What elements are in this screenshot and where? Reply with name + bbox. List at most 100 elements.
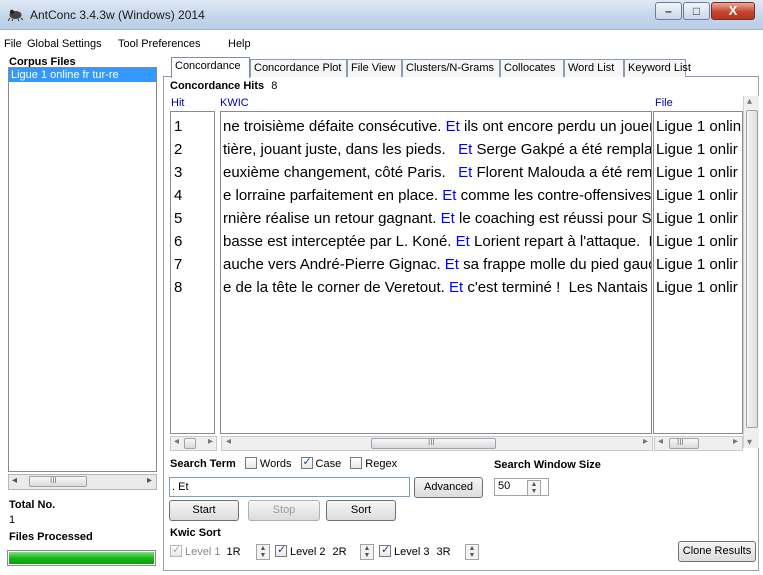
level1-value[interactable]: 1R (227, 546, 241, 558)
level3-checkbox[interactable] (379, 543, 391, 557)
hit-cell[interactable]: 5 (174, 209, 182, 229)
tab-keyword-list[interactable]: Keyword List (624, 59, 691, 77)
hit-cell[interactable]: 6 (174, 232, 182, 252)
menu-file[interactable]: File (4, 38, 22, 50)
regex-checkbox[interactable] (350, 457, 363, 469)
scroll-right-icon[interactable]: ▸ (147, 475, 152, 486)
results-vscrollbar[interactable]: ▴ ▾ (743, 96, 759, 448)
stop-button[interactable]: Stop (248, 500, 320, 521)
file-cell[interactable]: Ligue 1 onlir (656, 255, 738, 275)
files-processed-label: Files Processed (9, 531, 93, 543)
level2-checkbox[interactable] (275, 543, 287, 557)
file-pane[interactable]: Ligue 1 onlin Ligue 1 onlir Ligue 1 onlir L… (653, 111, 743, 434)
words-checkbox[interactable] (244, 457, 257, 469)
kwic-pane[interactable]: ne troisième défaite consécutive. Et ils… (220, 111, 652, 434)
clone-results-button[interactable]: Clone Results (678, 541, 756, 562)
close-button[interactable]: X (711, 2, 755, 20)
file-cell[interactable]: Ligue 1 onlir (656, 163, 738, 183)
file-cell[interactable]: Ligue 1 onlir (656, 186, 738, 206)
kwic-left-context: e de la tête le corner de Veretout. (223, 279, 449, 296)
scroll-thumb[interactable]: III (371, 438, 496, 449)
scroll-thumb[interactable] (184, 438, 196, 449)
tab-file-view[interactable]: File View (347, 59, 402, 77)
kwic-node-word[interactable]: Et (449, 279, 463, 296)
hit-cell[interactable]: 2 (174, 140, 182, 160)
tab-collocates[interactable]: Collocates (500, 59, 564, 77)
hit-pane[interactable]: 1 2 3 4 5 6 7 8 (170, 111, 215, 434)
kwic-node-word[interactable]: Et (458, 164, 472, 181)
window-size-spinner[interactable]: ▲ ▼ (527, 480, 541, 496)
advanced-button[interactable]: Advanced (414, 477, 483, 498)
level2-spinner[interactable]: ▲ ▼ (360, 544, 374, 560)
level2-value[interactable]: 2R (333, 546, 347, 558)
kwic-node-word[interactable]: Et (441, 210, 455, 227)
minimize-button[interactable]: – (655, 2, 682, 20)
tab-word-list[interactable]: Word List (564, 59, 624, 77)
kwic-line[interactable]: basse est interceptée par L. Koné. Et Lo… (223, 232, 651, 252)
scroll-left-icon[interactable]: ◂ (658, 436, 663, 447)
file-cell[interactable]: Ligue 1 onlir (656, 209, 738, 229)
file-cell[interactable]: Ligue 1 onlir (656, 278, 738, 298)
scroll-down-icon[interactable]: ▾ (747, 437, 752, 448)
hit-cell[interactable]: 4 (174, 186, 182, 206)
tab-concordance-plot[interactable]: Concordance Plot (250, 59, 347, 77)
corpus-files-list[interactable]: Ligue 1 online fr tur-re (8, 67, 157, 472)
hit-cell[interactable]: 8 (174, 278, 182, 298)
kwic-node-word[interactable]: Et (458, 141, 472, 158)
scroll-thumb[interactable]: III (669, 438, 699, 449)
maximize-button[interactable]: □ (683, 2, 710, 20)
corpus-file-item[interactable]: Ligue 1 online fr tur-re (9, 68, 156, 82)
scroll-thumb[interactable]: III (29, 476, 87, 487)
scroll-right-icon[interactable]: ▸ (733, 436, 738, 447)
grip-icon: III (428, 438, 435, 447)
scroll-up-icon[interactable]: ▴ (747, 96, 752, 107)
kwic-hscrollbar[interactable]: ◂ III ▸ (221, 436, 653, 451)
tab-concordance[interactable]: Concordance (171, 57, 250, 78)
kwic-node-word[interactable]: Et (445, 256, 459, 273)
hit-cell[interactable]: 1 (174, 117, 182, 137)
kwic-line[interactable]: e lorraine parfaitement en place. Et com… (223, 186, 651, 206)
menu-tool-preferences[interactable]: Tool Preferences (118, 38, 201, 50)
kwic-line[interactable]: rnière réalise un retour gagnant. Et le … (223, 209, 651, 229)
file-hscrollbar[interactable]: ◂ III ▸ (654, 436, 743, 451)
level3-spinner[interactable]: ▲ ▼ (465, 544, 479, 560)
kwic-line[interactable]: e de la tête le corner de Veretout. Et c… (223, 278, 652, 298)
col-hit-header[interactable]: Hit (171, 97, 184, 109)
hit-cell[interactable]: 7 (174, 255, 182, 275)
kwic-right-context: c'est terminé ! Les Nantais je (463, 279, 652, 296)
level1-checkbox[interactable] (170, 543, 182, 557)
regex-checkbox-group[interactable]: Regex (350, 457, 397, 470)
kwic-line[interactable]: auche vers André-Pierre Gignac. Et sa fr… (223, 255, 651, 275)
start-button[interactable]: Start (169, 500, 239, 521)
corpus-list-hscrollbar[interactable]: ◂ III ▸ (8, 474, 157, 490)
kwic-node-word[interactable]: Et (446, 118, 460, 135)
level3-value[interactable]: 3R (437, 546, 451, 558)
case-checkbox-group[interactable]: Case (300, 455, 341, 470)
scroll-left-icon[interactable]: ◂ (12, 475, 17, 486)
tab-clusters-ngrams[interactable]: Clusters/N-Grams (402, 59, 500, 77)
case-checkbox[interactable] (300, 455, 313, 469)
menu-help[interactable]: Help (228, 38, 251, 50)
scroll-left-icon[interactable]: ◂ (226, 436, 231, 447)
kwic-line[interactable]: euxième changement, côté Paris. Et Flore… (223, 163, 651, 183)
search-term-input[interactable]: . Et (169, 477, 410, 497)
file-cell[interactable]: Ligue 1 onlin (656, 117, 741, 137)
scroll-left-icon[interactable]: ◂ (174, 436, 179, 447)
kwic-line[interactable]: ne troisième défaite consécutive. Et ils… (223, 117, 651, 137)
vscroll-thumb[interactable] (746, 110, 758, 428)
col-kwic-header[interactable]: KWIC (220, 97, 249, 109)
col-file-header[interactable]: File (655, 97, 673, 109)
hit-cell[interactable]: 3 (174, 163, 182, 183)
file-cell[interactable]: Ligue 1 onlir (656, 232, 738, 252)
file-cell[interactable]: Ligue 1 onlir (656, 140, 738, 160)
kwic-node-word[interactable]: Et (456, 233, 470, 250)
hit-hscrollbar[interactable]: ◂ ▸ (170, 436, 217, 451)
menu-global-settings[interactable]: Global Settings (27, 38, 102, 50)
sort-button[interactable]: Sort (326, 500, 396, 521)
scroll-right-icon[interactable]: ▸ (208, 436, 213, 447)
level1-spinner[interactable]: ▲ ▼ (256, 544, 270, 560)
scroll-right-icon[interactable]: ▸ (643, 436, 648, 447)
words-checkbox-group[interactable]: Words (244, 457, 291, 470)
kwic-line[interactable]: tière, jouant juste, dans les pieds. Et … (223, 140, 651, 160)
kwic-node-word[interactable]: Et (442, 187, 456, 204)
